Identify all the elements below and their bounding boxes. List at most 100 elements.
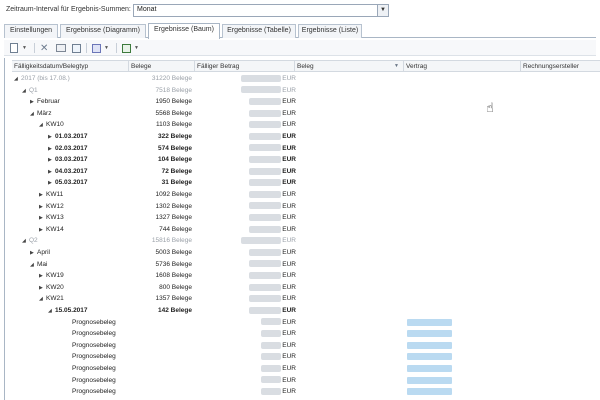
tree-node-row[interactable]: ▶ KW14 744 Belege EUR bbox=[12, 224, 600, 235]
expanded-toggle-icon[interactable]: ◢ bbox=[30, 109, 37, 120]
tree-node-row[interactable]: ◢ KW10 1103 Belege EUR bbox=[12, 119, 600, 130]
new-document-icon[interactable] bbox=[10, 42, 18, 54]
tree-node-row[interactable]: ◢ März 5568 Belege EUR bbox=[12, 108, 600, 119]
expanded-toggle-icon[interactable]: ◢ bbox=[30, 260, 37, 271]
tree-node-row[interactable]: ▶ KW19 1608 Belege EUR bbox=[12, 270, 600, 281]
belege-count: 1327 Belege bbox=[155, 214, 192, 222]
tab-einstellungen[interactable]: Einstellungen bbox=[4, 24, 58, 38]
collapsed-toggle-icon[interactable]: ▶ bbox=[39, 190, 46, 201]
redacted-vertrag-link[interactable] bbox=[407, 388, 452, 396]
amount-cell: EUR bbox=[232, 154, 296, 165]
tree-node-row[interactable]: ▶ 02.03.2017 574 Belege EUR bbox=[12, 143, 600, 154]
redacted-vertrag-link[interactable] bbox=[407, 341, 452, 349]
tree-node-text: KW12 bbox=[46, 202, 64, 210]
chevron-down-icon[interactable]: ▼ bbox=[377, 5, 388, 16]
expanded-toggle-icon[interactable]: ◢ bbox=[39, 294, 46, 305]
currency-label: EUR bbox=[282, 376, 296, 384]
tree-node-text: 15.05.2017 bbox=[55, 307, 88, 314]
redacted-vertrag-link[interactable] bbox=[407, 353, 452, 361]
amount-cell: EUR bbox=[232, 96, 296, 107]
tree-node-row[interactable]: ▶ 04.03.2017 72 Belege EUR bbox=[12, 166, 600, 177]
amount-cell: EUR bbox=[232, 340, 296, 351]
expanded-toggle-icon[interactable]: ◢ bbox=[14, 74, 21, 85]
currency-label: EUR bbox=[282, 307, 296, 314]
tree-node-row[interactable]: ◢ Q2 15816 Belege EUR bbox=[12, 235, 600, 246]
redacted-vertrag-link[interactable] bbox=[407, 330, 452, 338]
belege-count: 1302 Belege bbox=[155, 202, 192, 210]
collapsed-toggle-icon[interactable]: ▶ bbox=[39, 283, 46, 294]
tree-node-row[interactable]: ▶ KW13 1327 Belege EUR bbox=[12, 212, 600, 223]
tree-node-text: KW20 bbox=[46, 283, 64, 291]
tree-leaf-row[interactable]: Prognosebeleg EUR bbox=[12, 363, 600, 374]
tree-node-row[interactable]: ▶ KW12 1302 Belege EUR bbox=[12, 201, 600, 212]
tree-node-row[interactable]: ▶ Februar 1950 Belege EUR bbox=[12, 96, 600, 107]
interval-select[interactable]: Monat ▼ bbox=[133, 4, 389, 17]
belege-count: 5568 Belege bbox=[155, 109, 192, 117]
dropdown-icon[interactable]: ▼ bbox=[134, 42, 139, 54]
dropdown-icon[interactable]: ▼ bbox=[104, 42, 109, 54]
tree-leaf-row[interactable]: Prognosebeleg EUR bbox=[12, 351, 600, 362]
collapsed-toggle-icon[interactable]: ▶ bbox=[48, 167, 55, 178]
amount-cell: EUR bbox=[232, 270, 296, 281]
column-header-rechnungsersteller[interactable]: Rechnungsersteller bbox=[521, 61, 600, 72]
amount-cell: EUR bbox=[232, 177, 296, 188]
collapsed-toggle-icon[interactable]: ▶ bbox=[30, 97, 37, 108]
tree-leaf-row[interactable]: Prognosebeleg EUR bbox=[12, 328, 600, 339]
collapsed-toggle-icon[interactable]: ▶ bbox=[39, 271, 46, 282]
tab-ergebnisse-baum[interactable]: Ergebnisse (Baum) bbox=[148, 23, 220, 39]
tree-node-text: April bbox=[37, 249, 51, 256]
tab-ergebnisse-liste[interactable]: Ergebnisse (Liste) bbox=[298, 24, 362, 38]
collapsed-toggle-icon[interactable]: ▶ bbox=[48, 155, 55, 166]
tree-leaf-row[interactable]: Prognosebeleg EUR bbox=[12, 317, 600, 328]
tree-node-row[interactable]: ◢ Mai 5736 Belege EUR bbox=[12, 259, 600, 270]
tree-node-row[interactable]: ◢ KW21 1357 Belege EUR bbox=[12, 293, 600, 304]
tree-node-label: ▶ 04.03.2017 bbox=[48, 166, 88, 178]
belege-count: 104 Belege bbox=[158, 156, 192, 164]
tree-node-row[interactable]: ▶ KW20 800 Belege EUR bbox=[12, 282, 600, 293]
tree-node-row[interactable]: ◢ 15.05.2017 142 Belege EUR bbox=[12, 305, 600, 316]
book-icon[interactable] bbox=[56, 42, 66, 54]
tree-node-row[interactable]: ▶ 05.03.2017 31 Belege EUR bbox=[12, 177, 600, 188]
tree-node-row[interactable]: ◢ 2017 (bis 17.08.) 31220 Belege EUR bbox=[12, 73, 600, 84]
column-header-faelligkeitsdatum[interactable]: Fälligkeitsdatum/Belegtyp bbox=[12, 61, 129, 72]
tree-node-row[interactable]: ▶ 01.03.2017 322 Belege EUR bbox=[12, 131, 600, 142]
collapsed-toggle-icon[interactable]: ▶ bbox=[48, 178, 55, 189]
collapsed-toggle-icon[interactable]: ▶ bbox=[39, 213, 46, 224]
amount-cell: EUR bbox=[232, 85, 296, 96]
collapsed-toggle-icon[interactable]: ▶ bbox=[30, 248, 37, 259]
tab-ergebnisse-diagramm[interactable]: Ergebnisse (Diagramm) bbox=[60, 24, 146, 38]
save-icon[interactable] bbox=[92, 42, 101, 54]
expanded-toggle-icon[interactable]: ◢ bbox=[39, 120, 46, 131]
collapsed-toggle-icon[interactable]: ▶ bbox=[48, 132, 55, 143]
tab-ergebnisse-tabelle[interactable]: Ergebnisse (Tabelle) bbox=[222, 24, 296, 38]
column-header-faelliger-betrag[interactable]: Fälliger Betrag bbox=[195, 61, 295, 72]
tree-node-row[interactable]: ▶ April 5003 Belege EUR bbox=[12, 247, 600, 258]
page-icon[interactable] bbox=[72, 42, 81, 54]
tree-node-row[interactable]: ▶ KW11 1092 Belege EUR bbox=[12, 189, 600, 200]
expanded-toggle-icon[interactable]: ◢ bbox=[22, 236, 29, 247]
tree-node-row[interactable]: ◢ Q1 7518 Belege EUR bbox=[12, 85, 600, 96]
column-header-belege[interactable]: Belege bbox=[129, 61, 195, 72]
expanded-toggle-icon[interactable]: ◢ bbox=[22, 86, 29, 97]
redacted-vertrag-link[interactable] bbox=[407, 318, 452, 326]
tree-leaf-row[interactable]: Prognosebeleg EUR bbox=[12, 340, 600, 351]
collapsed-toggle-icon[interactable]: ▶ bbox=[39, 202, 46, 213]
tree-leaf-row[interactable]: Prognosebeleg EUR bbox=[12, 375, 600, 386]
column-header-beleg[interactable]: Beleg ▼ bbox=[295, 61, 404, 72]
delete-icon[interactable]: ✕ bbox=[40, 42, 48, 54]
export-icon[interactable] bbox=[122, 42, 131, 54]
expanded-toggle-icon[interactable]: ◢ bbox=[48, 306, 55, 317]
tree-node-label: Prognosebeleg bbox=[72, 317, 116, 328]
tree-node-row[interactable]: ▶ 03.03.2017 104 Belege EUR bbox=[12, 154, 600, 165]
column-header-vertrag[interactable]: Vertrag bbox=[404, 61, 521, 72]
redacted-amount bbox=[261, 318, 282, 326]
collapsed-toggle-icon[interactable]: ▶ bbox=[39, 225, 46, 236]
dropdown-icon[interactable]: ▼ bbox=[22, 42, 27, 54]
belege-count: 574 Belege bbox=[158, 144, 192, 152]
tree-leaf-row[interactable]: Prognosebeleg EUR bbox=[12, 386, 600, 397]
currency-label: EUR bbox=[282, 86, 296, 94]
collapsed-toggle-icon[interactable]: ▶ bbox=[48, 144, 55, 155]
redacted-vertrag-link[interactable] bbox=[407, 376, 452, 384]
belege-count: 142 Belege bbox=[158, 307, 192, 314]
redacted-vertrag-link[interactable] bbox=[407, 365, 452, 372]
